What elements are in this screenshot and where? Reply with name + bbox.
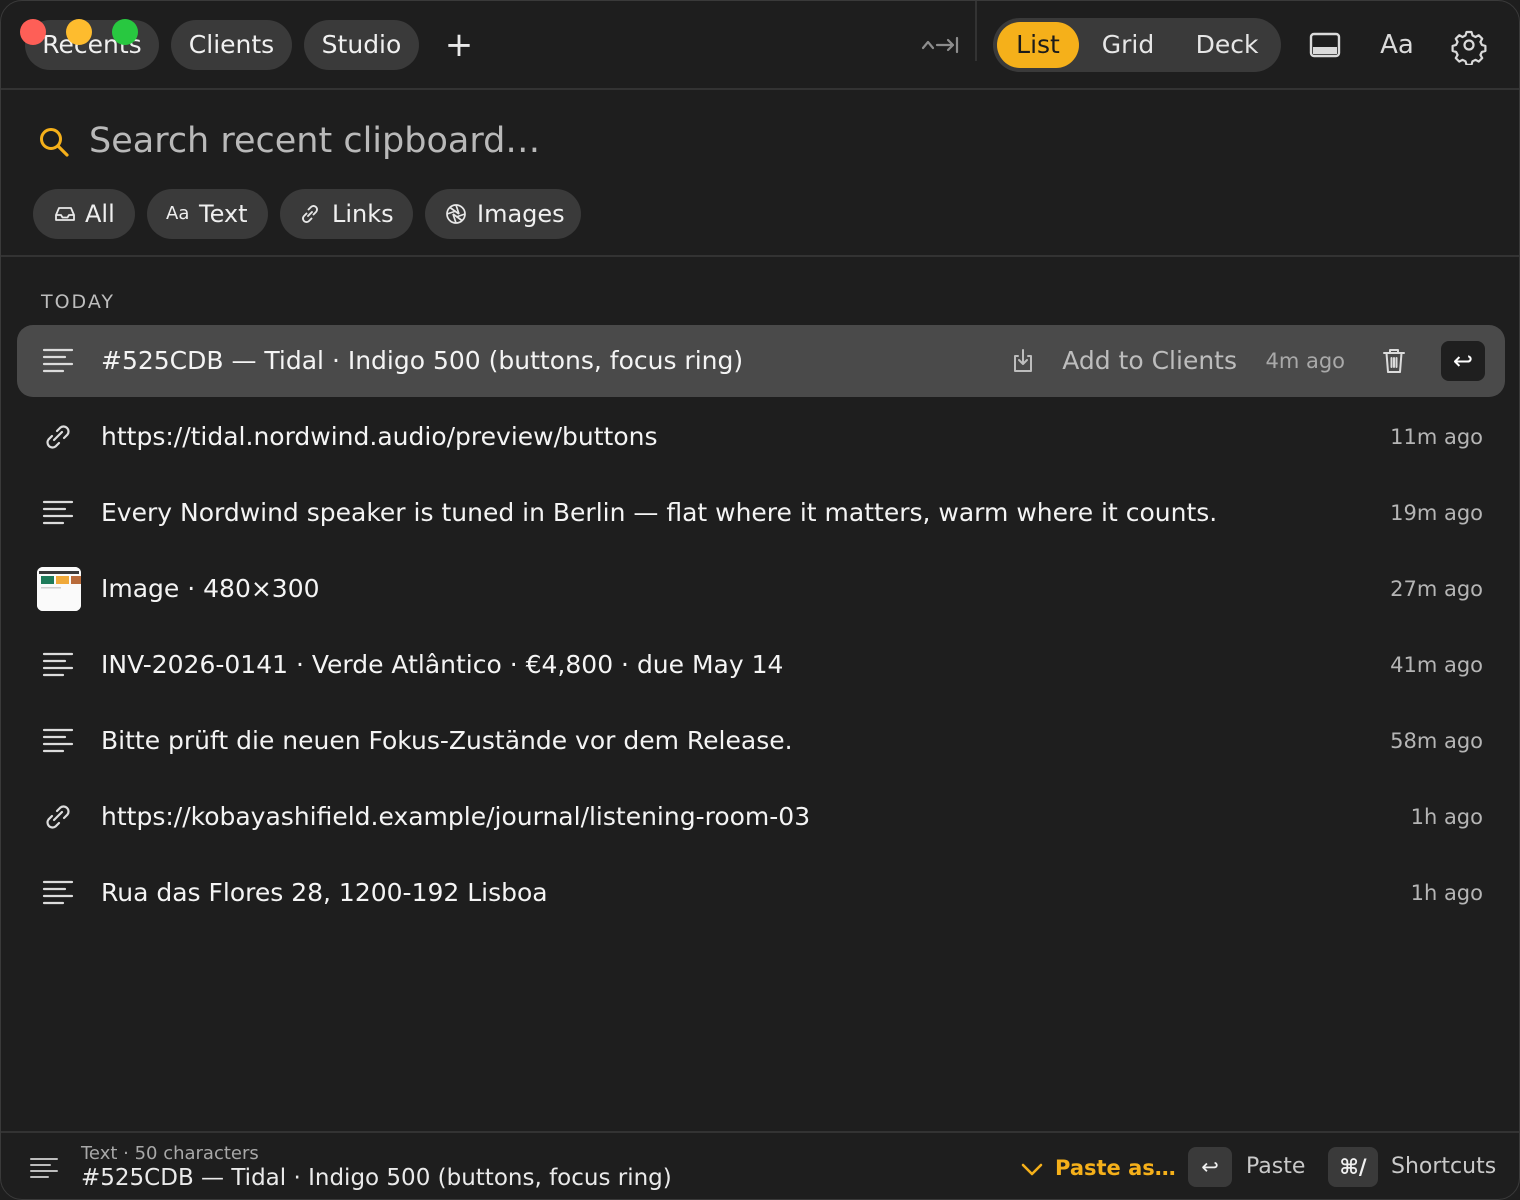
close-window-button[interactable] [20,19,46,45]
link-icon [46,805,70,829]
item-time: 1h ago [1410,805,1483,829]
paste-as-label: Paste as… [1055,1156,1176,1180]
filter-links-label: Links [332,200,394,228]
item-text: https://kobayashifield.example/journal/l… [101,802,811,831]
text-lines-icon [42,728,74,753]
aperture-icon [446,204,466,224]
footer-bar: Text · 50 characters #525CDB — Tidal · I… [1,1131,1519,1199]
link-icon [46,425,70,449]
font-icon: Aa [166,203,190,224]
item-time: 11m ago [1390,425,1483,449]
collapse-sidebar-icon[interactable] [919,32,963,58]
top-bar: Recents Clients Studio + List Grid Deck … [1,1,1519,90]
text-lines-icon [42,880,74,905]
paste-key-badge[interactable]: ↩ [1188,1147,1232,1187]
list-item[interactable]: Rua das Flores 28, 1200-192 Lisboa 1h ag… [17,857,1505,929]
minimize-window-button[interactable] [66,19,92,45]
view-switcher: List Grid Deck [993,18,1281,72]
trash-icon[interactable] [1381,347,1407,375]
filter-images-label: Images [477,200,565,228]
view-deck-button[interactable]: Deck [1179,22,1275,68]
item-time: 58m ago [1390,729,1483,753]
paste-as-button[interactable]: Paste as… [1019,1153,1176,1183]
bottom-panel-icon[interactable] [1305,25,1345,65]
shortcuts-button[interactable]: Shortcuts [1391,1147,1496,1187]
item-text: Every Nordwind speaker is tuned in Berli… [101,498,1218,527]
tab-studio[interactable]: Studio [304,20,419,70]
shortcuts-key-badge[interactable]: ⌘/ [1328,1147,1378,1187]
item-time: 4m ago [1265,349,1345,373]
add-to-collection-icon[interactable] [1009,347,1037,375]
section-label-today: TODAY [41,291,115,313]
item-text: Rua das Flores 28, 1200-192 Lisboa [101,878,548,907]
text-lines-icon [42,500,74,525]
item-text: #525CDB — Tidal · Indigo 500 (buttons, f… [101,346,744,375]
item-time: 1h ago [1410,881,1483,905]
list-item[interactable]: Image · 480×300 27m ago [17,553,1505,625]
paste-button[interactable]: Paste [1246,1147,1305,1187]
image-preview-icon [37,567,81,611]
preview-text: #525CDB — Tidal · Indigo 500 (buttons, f… [81,1165,672,1191]
filter-images-chip[interactable]: Images [425,189,581,239]
view-grid-button[interactable]: Grid [1085,22,1171,68]
filter-text-chip[interactable]: Aa Text [147,189,268,239]
add-to-clients-button[interactable]: Add to Clients [1062,325,1237,397]
paste-enter-button[interactable]: ↩ [1441,341,1485,381]
text-lines-icon [42,348,74,373]
list-item[interactable]: Bitte prüft die neuen Fokus-Zustände vor… [17,705,1505,777]
item-text: Image · 480×300 [101,574,320,603]
list-item[interactable]: https://kobayashifield.example/journal/l… [17,781,1505,853]
list-item[interactable]: Every Nordwind speaker is tuned in Berli… [17,477,1505,549]
toolbar-divider [975,1,977,61]
search-icon [40,128,69,157]
tab-clients[interactable]: Clients [171,20,292,70]
item-time: 19m ago [1390,501,1483,525]
filter-all-chip[interactable]: All [33,189,135,239]
list-item-selected[interactable]: #525CDB — Tidal · Indigo 500 (buttons, f… [17,325,1505,397]
inbox-icon [55,207,75,221]
gear-icon[interactable] [1449,25,1489,65]
item-text: INV-2026-0141 · Verde Atlântico · €4,800… [101,650,784,679]
filter-links-chip[interactable]: Links [280,189,413,239]
chevron-down-icon [1021,1163,1043,1176]
list-item[interactable]: INV-2026-0141 · Verde Atlântico · €4,800… [17,629,1505,701]
zoom-window-button[interactable] [112,19,138,45]
preview-meta: Text · 50 characters [81,1143,259,1164]
filter-text-label: Text [199,200,248,228]
list-item[interactable]: https://tidal.nordwind.audio/preview/but… [17,401,1505,473]
link-icon [302,205,318,223]
image-thumbnail [37,567,81,611]
filter-all-label: All [85,200,115,228]
add-tab-button[interactable]: + [441,23,477,67]
item-text: https://tidal.nordwind.audio/preview/but… [101,422,658,451]
item-text: Bitte prüft die neuen Fokus-Zustände vor… [101,726,793,755]
search-input[interactable] [89,113,989,169]
view-list-button[interactable]: List [997,22,1079,68]
text-lines-icon [30,1158,58,1178]
item-time: 41m ago [1390,653,1483,677]
clipboard-window: Recents Clients Studio + List Grid Deck … [0,0,1520,1200]
font-settings-button[interactable]: Aa [1377,25,1417,65]
item-time: 27m ago [1390,577,1483,601]
filters-divider [1,255,1519,257]
text-lines-icon [42,652,74,677]
